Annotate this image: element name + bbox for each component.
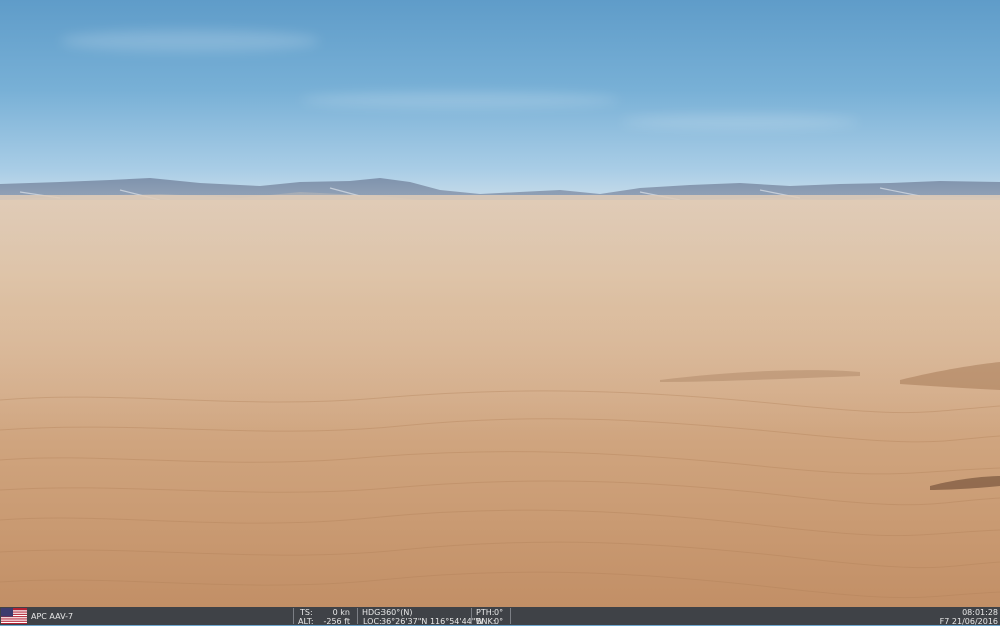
divider [357, 608, 358, 624]
pth-label: PTH: [476, 608, 495, 617]
cloud [60, 30, 320, 52]
pth-value: 0° [494, 608, 504, 617]
status-bar: APC AAV-7 TS: 0 kn ALT: -256 ft HDG: 360… [0, 607, 1000, 626]
divider [510, 608, 511, 624]
sand-dunes [0, 362, 1000, 599]
us-flag-icon [1, 608, 27, 624]
game-viewport[interactable] [0, 0, 1000, 607]
ts-label: TS: [300, 608, 313, 617]
hdg-label: HDG: [362, 608, 384, 617]
divider [471, 608, 472, 624]
hdg-value: 360°(N) [381, 608, 413, 617]
divider [293, 608, 294, 624]
vehicle-name: APC AAV-7 [31, 612, 74, 621]
clock-time: 08:01:28 [962, 608, 998, 617]
cloud [620, 115, 860, 129]
cloud [300, 92, 620, 108]
ts-value: 0 kn [332, 608, 350, 617]
